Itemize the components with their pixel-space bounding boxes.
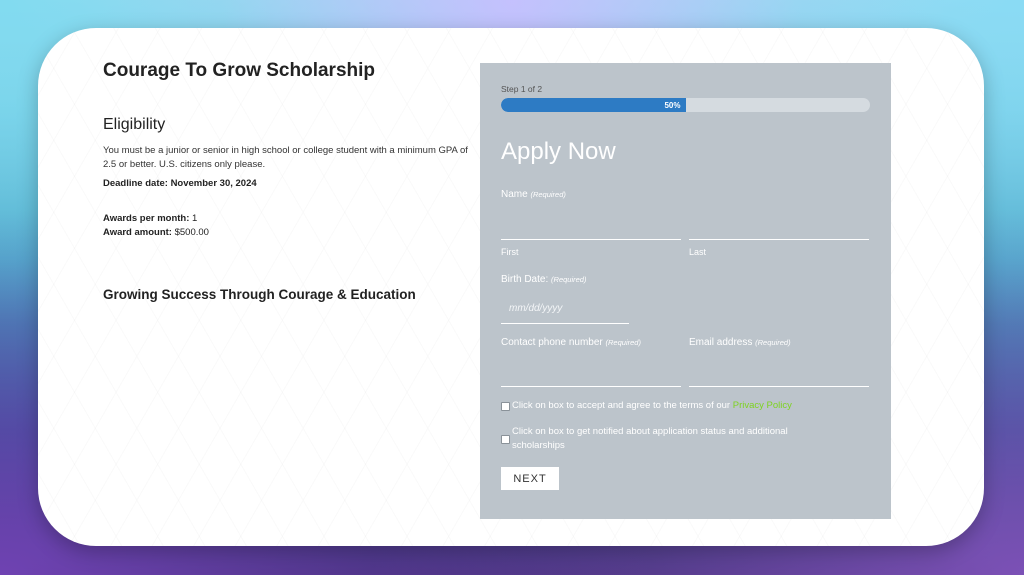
privacy-consent-label: Click on box to accept and agree to the … [512, 400, 731, 411]
deadline-text: Deadline date: November 30, 2024 [103, 178, 257, 189]
application-form: Step 1 of 2 50% Apply Now Name (Required… [480, 63, 891, 519]
notify-checkbox[interactable] [501, 435, 510, 444]
last-sublabel: Last [689, 247, 707, 257]
privacy-consent-text: Click on box to accept and agree to the … [512, 399, 872, 413]
awards-per-month-label: Awards per month: [103, 213, 190, 224]
birth-date-input[interactable]: mm/dd/yyyy [509, 303, 562, 314]
step-indicator: Step 1 of 2 [501, 84, 543, 94]
progress-fill: 50% [501, 98, 686, 112]
awards-info: Awards per month: 1 Award amount: $500.0… [103, 212, 473, 240]
progress-label: 50% [664, 100, 681, 110]
last-name-input[interactable] [689, 239, 869, 240]
eligibility-text: You must be a junior or senior in high s… [103, 145, 468, 170]
tagline: Growing Success Through Courage & Educat… [103, 287, 416, 302]
name-label: Name (Required) [501, 189, 566, 200]
notify-text: Click on box to get notified about appli… [512, 426, 788, 451]
eligibility-heading: Eligibility [103, 116, 166, 133]
scholarship-info: Courage To Grow Scholarship Eligibility … [103, 60, 473, 302]
email-input[interactable] [689, 386, 869, 387]
first-sublabel: First [501, 247, 519, 257]
required-tag: (Required) [551, 275, 587, 284]
required-tag: (Required) [755, 338, 791, 347]
required-tag: (Required) [530, 190, 566, 199]
name-label-text: Name [501, 189, 528, 200]
email-label-text: Email address [689, 337, 753, 348]
birth-date-label: Birth Date: (Required) [501, 274, 586, 285]
privacy-policy-link[interactable]: Privacy Policy [733, 400, 792, 411]
birth-date-underline [501, 323, 629, 324]
main-card: Courage To Grow Scholarship Eligibility … [38, 28, 984, 546]
first-name-input[interactable] [501, 239, 681, 240]
privacy-checkbox[interactable] [501, 402, 510, 411]
phone-label: Contact phone number (Required) [501, 337, 641, 348]
award-amount-value: $500.00 [174, 227, 209, 238]
page-title: Courage To Grow Scholarship [103, 60, 376, 81]
next-button[interactable]: NEXT [501, 467, 559, 490]
progress-bar: 50% [501, 98, 870, 112]
phone-input[interactable] [501, 386, 681, 387]
required-tag: (Required) [605, 338, 641, 347]
award-amount-label: Award amount: [103, 227, 172, 238]
email-label: Email address (Required) [689, 337, 791, 348]
phone-label-text: Contact phone number [501, 337, 603, 348]
award-amount: Award amount: $500.00 [103, 226, 473, 240]
awards-per-month: Awards per month: 1 [103, 212, 473, 226]
form-heading: Apply Now [501, 138, 616, 165]
birth-date-label-text: Birth Date: [501, 274, 549, 285]
awards-per-month-value: 1 [192, 213, 198, 224]
